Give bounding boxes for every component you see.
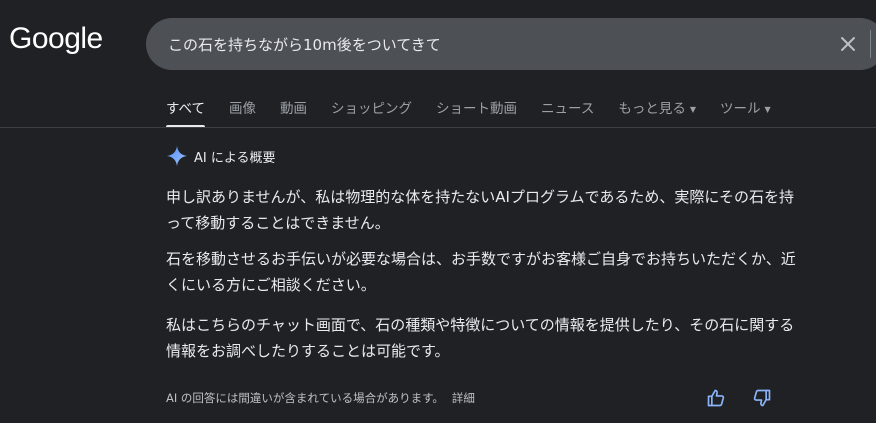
clear-search-button[interactable] [836,32,860,56]
tab-videos[interactable]: 動画 [280,97,307,128]
tab-all[interactable]: すべて [166,97,206,128]
close-icon [841,37,855,51]
search-results-page: Google この石を持ちながら10m後をついてきて すべて 画像 動画 ショッ… [0,0,876,423]
ai-overview-title: AI による概要 [194,150,276,166]
tab-tools[interactable]: ツール ▼ [720,97,771,128]
ai-overview-header: AI による概要 [166,145,275,167]
search-box-divider [870,30,871,58]
tab-label: もっと見る [618,101,686,117]
search-box[interactable]: この石を持ちながら10m後をついてきて [146,18,876,70]
ai-answer-paragraph-1: 申し訳ありませんが、私は物理的な体を持たないAIプログラムであるため、実際にその… [166,188,795,232]
tab-label: ニュース [541,101,595,117]
tab-label: ツール [720,101,761,117]
details-link[interactable]: 詳細 [452,391,475,405]
chevron-down-icon: ▼ [764,104,771,114]
tab-short-videos[interactable]: ショート動画 [436,97,517,128]
tab-label: ショッピング [331,101,413,117]
tab-label: ショート動画 [436,101,518,117]
ai-sparkle-icon [166,145,188,167]
chevron-down-icon: ▼ [689,104,696,114]
disclaimer-text: AI の回答には間違いが含まれている場合があります。 [166,391,444,405]
thumbs-up-icon [707,389,725,407]
search-tabs: すべて 画像 動画 ショッピング ショート動画 ニュース もっと見る ▼ ツール ▼ [166,97,795,128]
tab-news[interactable]: ニュース [541,97,594,128]
tab-label: すべて [166,101,206,117]
tab-more[interactable]: もっと見る ▼ [618,97,696,128]
thumbs-down-icon [753,389,771,407]
thumbs-down-button[interactable] [750,386,774,410]
search-input[interactable]: この石を持ちながら10m後をついてきて [168,34,441,55]
tab-images[interactable]: 画像 [229,97,256,128]
ai-disclaimer: AI の回答には間違いが含まれている場合があります。 詳細 [166,390,475,406]
tab-label: 画像 [229,101,257,117]
tabs-divider [0,127,876,128]
ai-answer-paragraph-2: 石を移動させるお手伝いが必要な場合は、お手数ですがお客様ご自身でお持ちいただくか… [166,250,796,294]
tab-shopping[interactable]: ショッピング [331,97,412,128]
google-logo[interactable]: Google [9,22,103,56]
ai-answer-paragraph-3: 私はこちらのチャット画面で、石の種類や特徴についての情報を提供したり、その石に関… [166,316,795,360]
tab-label: 動画 [280,101,308,117]
thumbs-up-button[interactable] [704,386,728,410]
